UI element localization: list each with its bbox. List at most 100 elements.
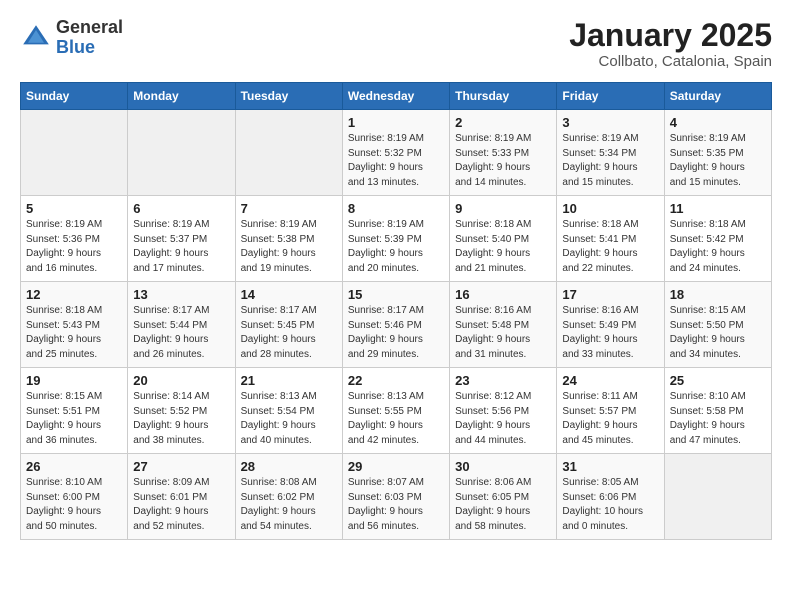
logo-blue-text: Blue (56, 38, 123, 58)
day-info: Sunrise: 8:06 AM Sunset: 6:05 PM Dayligh… (455, 476, 551, 534)
day-number: 26 (26, 459, 122, 474)
week-row-1: 1Sunrise: 8:19 AM Sunset: 5:32 PM Daylig… (21, 110, 772, 196)
day-info: Sunrise: 8:17 AM Sunset: 5:46 PM Dayligh… (348, 304, 444, 362)
day-number: 1 (348, 115, 444, 130)
calendar-cell-w4-d2: 20 Sunrise: 8:14 AM Sunset: 5:52 PM Dayli… (128, 368, 235, 454)
week-row-4: 19Sunrise: 8:15 AM Sunset: 5:51 PM Dayli… (21, 368, 772, 454)
day-info: Sunrise: 8:18 AM Sunset: 5:43 PM Dayligh… (26, 304, 122, 362)
week-row-2: 5Sunrise: 8:19 AM Sunset: 5:36 PM Daylig… (21, 196, 772, 282)
title-block: January 2025 Collbato, Catalonia, Spain (569, 18, 772, 70)
day-number: 10 (562, 201, 658, 216)
calendar-cell-w3-d3: 14Sunrise: 8:17 AM Sunset: 5:45 PM Dayli… (235, 282, 342, 368)
day-info: Sunrise: 8:19 AM Sunset: 5:36 PM Dayligh… (26, 218, 122, 276)
calendar-table: Sunday Monday Tuesday Wednesday Thursday… (20, 82, 772, 540)
day-number: 12 (26, 287, 122, 302)
calendar-cell-w2-d7: 11Sunrise: 8:18 AM Sunset: 5:42 PM Dayli… (664, 196, 771, 282)
day-info: Sunrise: 8:10 AM Sunset: 6:00 PM Dayligh… (26, 476, 122, 534)
day-info: Sunrise: 8:08 AM Sunset: 6:02 PM Dayligh… (241, 476, 337, 534)
day-number: 8 (348, 201, 444, 216)
calendar-cell-w2-d2: 6 Sunrise: 8:19 AM Sunset: 5:37 PM Daylig… (128, 196, 235, 282)
day-number: 16 (455, 287, 551, 302)
logo-text: General Blue (56, 18, 123, 58)
header: General Blue January 2025 Collbato, Cata… (20, 18, 772, 70)
day-number: 19 (26, 373, 122, 388)
day-number: 4 (670, 115, 766, 130)
logo: General Blue (20, 18, 123, 58)
day-number: 11 (670, 201, 766, 216)
day-number: 31 (562, 459, 658, 474)
calendar-cell-w1-d3 (235, 110, 342, 196)
calendar-cell-w1-d7: 4Sunrise: 8:19 AM Sunset: 5:35 PM Daylig… (664, 110, 771, 196)
day-number: 15 (348, 287, 444, 302)
col-monday: Monday (128, 83, 235, 110)
week-row-3: 12 Sunrise: 8:18 AM Sunset: 5:43 PM Dayli… (21, 282, 772, 368)
calendar-cell-w1-d4: 1Sunrise: 8:19 AM Sunset: 5:32 PM Daylig… (342, 110, 449, 196)
day-number: 14 (241, 287, 337, 302)
calendar-cell-w4-d6: 24 Sunrise: 8:11 AM Sunset: 5:57 PM Dayli… (557, 368, 664, 454)
calendar-cell-w2-d4: 8Sunrise: 8:19 AM Sunset: 5:39 PM Daylig… (342, 196, 449, 282)
day-info: Sunrise: 8:19 AM Sunset: 5:34 PM Dayligh… (562, 132, 658, 190)
calendar-cell-w5-d6: 31 Sunrise: 8:05 AM Sunset: 6:06 PM Dayli… (557, 454, 664, 540)
calendar-subtitle: Collbato, Catalonia, Spain (569, 53, 772, 70)
calendar-cell-w2-d5: 9 Sunrise: 8:18 AM Sunset: 5:40 PM Daylig… (450, 196, 557, 282)
calendar-cell-w5-d5: 30 Sunrise: 8:06 AM Sunset: 6:05 PM Dayli… (450, 454, 557, 540)
day-info: Sunrise: 8:15 AM Sunset: 5:50 PM Dayligh… (670, 304, 766, 362)
day-number: 30 (455, 459, 551, 474)
day-number: 22 (348, 373, 444, 388)
day-info: Sunrise: 8:19 AM Sunset: 5:38 PM Dayligh… (241, 218, 337, 276)
day-info: Sunrise: 8:09 AM Sunset: 6:01 PM Dayligh… (133, 476, 229, 534)
calendar-cell-w3-d5: 16 Sunrise: 8:16 AM Sunset: 5:48 PM Dayli… (450, 282, 557, 368)
day-number: 20 (133, 373, 229, 388)
calendar-cell-w2-d1: 5Sunrise: 8:19 AM Sunset: 5:36 PM Daylig… (21, 196, 128, 282)
day-number: 9 (455, 201, 551, 216)
logo-icon (20, 22, 52, 54)
calendar-cell-w3-d6: 17Sunrise: 8:16 AM Sunset: 5:49 PM Dayli… (557, 282, 664, 368)
day-info: Sunrise: 8:19 AM Sunset: 5:37 PM Dayligh… (133, 218, 229, 276)
calendar-cell-w3-d4: 15 Sunrise: 8:17 AM Sunset: 5:46 PM Dayli… (342, 282, 449, 368)
day-info: Sunrise: 8:13 AM Sunset: 5:55 PM Dayligh… (348, 390, 444, 448)
calendar-cell-w5-d1: 26 Sunrise: 8:10 AM Sunset: 6:00 PM Dayli… (21, 454, 128, 540)
calendar-cell-w4-d1: 19Sunrise: 8:15 AM Sunset: 5:51 PM Dayli… (21, 368, 128, 454)
calendar-cell-w5-d3: 28 Sunrise: 8:08 AM Sunset: 6:02 PM Dayli… (235, 454, 342, 540)
day-number: 6 (133, 201, 229, 216)
day-number: 24 (562, 373, 658, 388)
day-number: 21 (241, 373, 337, 388)
calendar-title: January 2025 (569, 18, 772, 53)
col-thursday: Thursday (450, 83, 557, 110)
day-number: 7 (241, 201, 337, 216)
day-number: 23 (455, 373, 551, 388)
calendar-header-row: Sunday Monday Tuesday Wednesday Thursday… (21, 83, 772, 110)
calendar-cell-w1-d1 (21, 110, 128, 196)
calendar-cell-w5-d2: 27 Sunrise: 8:09 AM Sunset: 6:01 PM Dayli… (128, 454, 235, 540)
day-info: Sunrise: 8:16 AM Sunset: 5:49 PM Dayligh… (562, 304, 658, 362)
day-info: Sunrise: 8:11 AM Sunset: 5:57 PM Dayligh… (562, 390, 658, 448)
calendar-cell-w2-d6: 10Sunrise: 8:18 AM Sunset: 5:41 PM Dayli… (557, 196, 664, 282)
day-number: 29 (348, 459, 444, 474)
day-info: Sunrise: 8:05 AM Sunset: 6:06 PM Dayligh… (562, 476, 658, 534)
calendar-cell-w3-d2: 13 Sunrise: 8:17 AM Sunset: 5:44 PM Dayli… (128, 282, 235, 368)
day-info: Sunrise: 8:16 AM Sunset: 5:48 PM Dayligh… (455, 304, 551, 362)
day-number: 28 (241, 459, 337, 474)
col-saturday: Saturday (664, 83, 771, 110)
col-tuesday: Tuesday (235, 83, 342, 110)
week-row-5: 26 Sunrise: 8:10 AM Sunset: 6:00 PM Dayli… (21, 454, 772, 540)
logo-general-text: General (56, 18, 123, 38)
calendar-cell-w4-d7: 25Sunrise: 8:10 AM Sunset: 5:58 PM Dayli… (664, 368, 771, 454)
day-number: 2 (455, 115, 551, 130)
day-info: Sunrise: 8:17 AM Sunset: 5:44 PM Dayligh… (133, 304, 229, 362)
day-number: 27 (133, 459, 229, 474)
calendar-cell-w1-d6: 3 Sunrise: 8:19 AM Sunset: 5:34 PM Daylig… (557, 110, 664, 196)
calendar-cell-w1-d2 (128, 110, 235, 196)
calendar-cell-w4-d4: 22 Sunrise: 8:13 AM Sunset: 5:55 PM Dayli… (342, 368, 449, 454)
calendar-cell-w5-d4: 29Sunrise: 8:07 AM Sunset: 6:03 PM Dayli… (342, 454, 449, 540)
col-friday: Friday (557, 83, 664, 110)
day-info: Sunrise: 8:18 AM Sunset: 5:40 PM Dayligh… (455, 218, 551, 276)
col-sunday: Sunday (21, 83, 128, 110)
day-number: 3 (562, 115, 658, 130)
day-info: Sunrise: 8:14 AM Sunset: 5:52 PM Dayligh… (133, 390, 229, 448)
calendar-cell-w2-d3: 7 Sunrise: 8:19 AM Sunset: 5:38 PM Daylig… (235, 196, 342, 282)
day-number: 13 (133, 287, 229, 302)
page: General Blue January 2025 Collbato, Cata… (0, 0, 792, 558)
calendar-cell-w3-d7: 18Sunrise: 8:15 AM Sunset: 5:50 PM Dayli… (664, 282, 771, 368)
calendar-cell-w4-d5: 23Sunrise: 8:12 AM Sunset: 5:56 PM Dayli… (450, 368, 557, 454)
